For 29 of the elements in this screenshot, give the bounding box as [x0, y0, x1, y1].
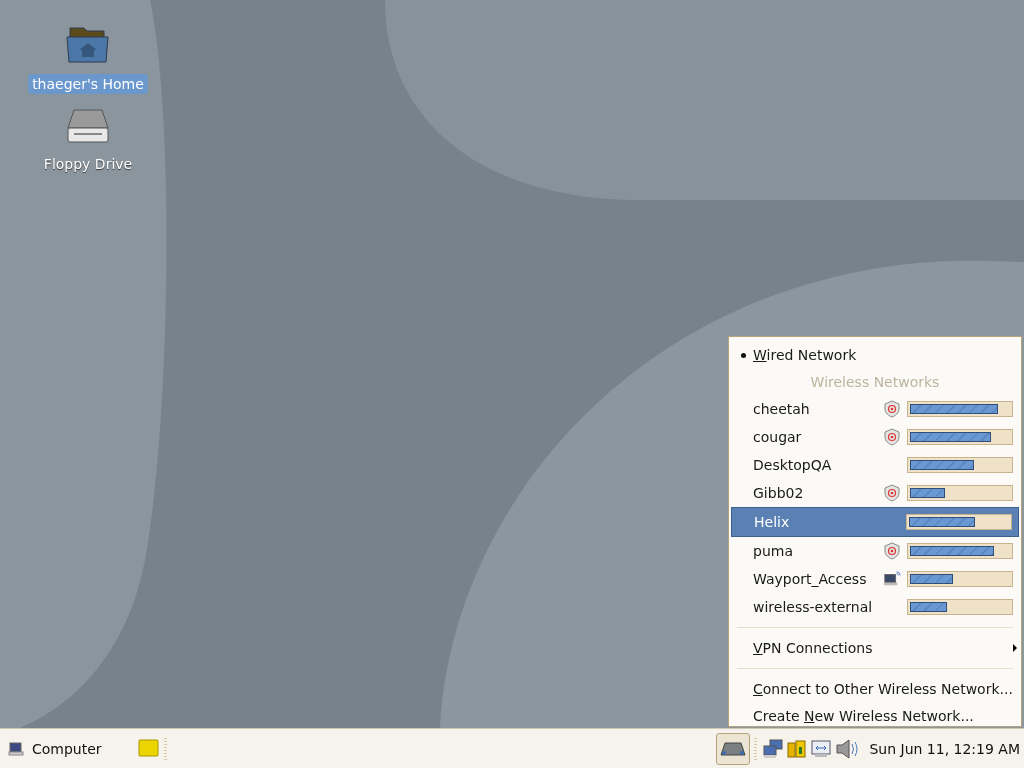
network-item[interactable]: Helix	[731, 507, 1019, 537]
update-notifier-icon[interactable]	[786, 737, 809, 760]
shield-icon	[883, 428, 901, 446]
network-item[interactable]: Gibb02	[729, 479, 1021, 507]
submenu-arrow-icon	[1013, 644, 1017, 652]
clock[interactable]: Sun Jun 11, 12:19 AM	[869, 740, 1020, 757]
network-applet-button[interactable]	[716, 732, 751, 765]
network-computers-icon[interactable]	[762, 737, 785, 760]
shield-icon	[883, 542, 901, 560]
menu-item[interactable]: VPN Connections	[729, 634, 1021, 662]
network-item[interactable]: Wayport_Access	[729, 565, 1021, 593]
display-settings-icon[interactable]	[810, 737, 833, 760]
computer-menu-button[interactable]: Computer	[4, 740, 106, 757]
network-item[interactable]: DesktopQA	[729, 451, 1021, 479]
network-item[interactable]: wireless-external	[729, 593, 1021, 621]
menu-item[interactable]: Create New Wireless Network...	[729, 702, 1021, 729]
speaker-icon[interactable]	[834, 737, 861, 760]
menu-item[interactable]: Connect to Other Wireless Network...	[729, 675, 1021, 702]
section-title: Wireless Networks	[809, 373, 941, 392]
network-card-icon	[720, 740, 747, 757]
shield-icon	[883, 484, 901, 502]
network-item[interactable]: cougar	[729, 423, 1021, 451]
computer-icon	[883, 570, 901, 588]
computer-icon	[8, 740, 24, 757]
shield-icon	[883, 400, 901, 418]
network-item[interactable]: puma	[729, 537, 1021, 565]
menu-item[interactable]: Wired Network	[729, 341, 1021, 369]
network-item[interactable]: cheetah	[729, 395, 1021, 423]
menu-label: Wired Network	[753, 347, 857, 363]
